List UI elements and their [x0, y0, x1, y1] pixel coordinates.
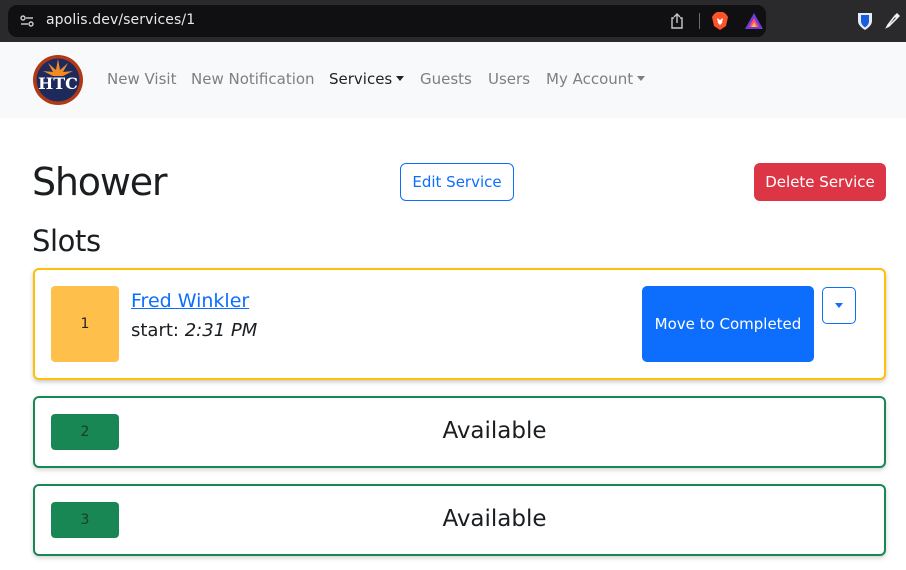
start-label: start:: [131, 320, 179, 341]
logo-text: HTC: [38, 74, 78, 93]
slot-card-available: 2 Available: [33, 396, 886, 468]
nav-new-visit-label: New Visit: [107, 70, 177, 88]
nav-users-label: Users: [488, 70, 531, 88]
move-to-completed-button[interactable]: Move to Completed: [642, 286, 814, 362]
browser-toolbar: apolis.dev/services/1: [0, 0, 906, 42]
site-settings-icon[interactable]: [19, 13, 35, 29]
slot-actions-dropdown-toggle[interactable]: [822, 287, 856, 324]
brave-shields-icon[interactable]: [711, 11, 729, 31]
nav-guests[interactable]: Guests: [420, 70, 472, 88]
share-icon[interactable]: [669, 12, 685, 30]
slot-number-badge: 1: [51, 286, 119, 362]
eyedropper-extension-icon[interactable]: [884, 11, 902, 31]
nav-my-account-dropdown[interactable]: My Account: [546, 70, 646, 88]
slot-start-line: start: 2:31 PM: [131, 320, 257, 341]
caret-down-icon: [396, 76, 405, 81]
edit-service-button[interactable]: Edit Service: [400, 163, 514, 201]
page-title: Shower: [32, 160, 168, 204]
nav-services-dropdown[interactable]: Services: [329, 70, 405, 88]
nav-guests-label: Guests: [420, 70, 472, 88]
guest-name-link[interactable]: Fred Winkler: [131, 290, 249, 312]
nav-users[interactable]: Users: [488, 70, 530, 88]
caret-down-icon: [835, 303, 843, 308]
address-bar-divider: [699, 13, 700, 29]
slots-heading: Slots: [32, 224, 101, 258]
htc-logo[interactable]: HTC: [32, 54, 84, 106]
nav-services-label: Services: [329, 70, 393, 88]
delete-service-button[interactable]: Delete Service: [754, 163, 886, 201]
nav-my-account-label: My Account: [546, 70, 634, 88]
slot-card-occupied: 1 Fred Winkler start: 2:31 PM Move to Co…: [33, 268, 886, 380]
nav-new-visit[interactable]: New Visit: [107, 70, 176, 88]
brave-rewards-icon[interactable]: [744, 12, 764, 30]
slot-available-label: Available: [442, 506, 547, 532]
slot-card-available: 3 Available: [33, 484, 886, 556]
bitwarden-extension-icon[interactable]: [856, 11, 874, 31]
nav-new-notification[interactable]: New Notification: [191, 70, 315, 88]
slot-available-label: Available: [442, 418, 547, 444]
start-time: 2:31 PM: [184, 320, 258, 341]
nav-new-notification-label: New Notification: [191, 70, 315, 88]
caret-down-icon: [637, 76, 646, 81]
address-bar[interactable]: apolis.dev/services/1: [8, 5, 766, 37]
app-navbar: HTC New Visit New Notification Services …: [0, 42, 906, 118]
url-text[interactable]: apolis.dev/services/1: [46, 12, 195, 28]
